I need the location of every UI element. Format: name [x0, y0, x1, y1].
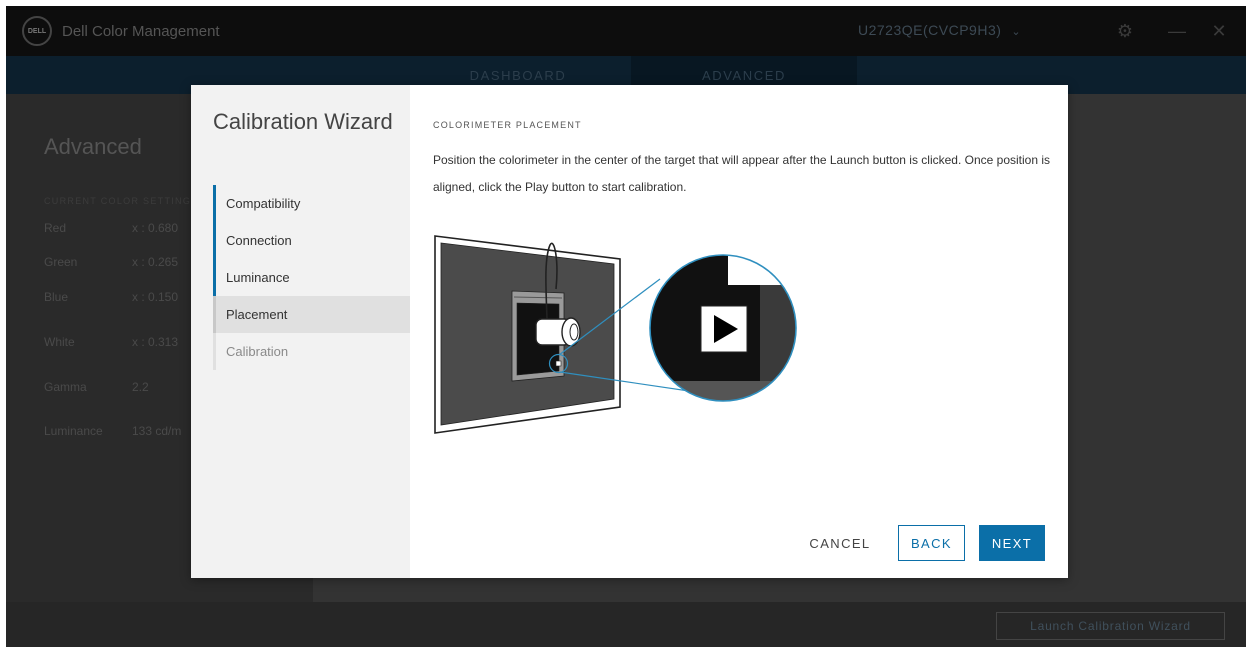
- close-icon[interactable]: ✕: [1206, 18, 1232, 44]
- color-row-blue: Blue x : 0.150: [44, 290, 178, 304]
- chevron-down-icon: ⌄: [1011, 26, 1022, 38]
- next-button[interactable]: NEXT: [979, 525, 1045, 561]
- row-label: Luminance: [44, 424, 103, 438]
- wizard-content: COLORIMETER PLACEMENT Position the color…: [410, 85, 1068, 578]
- row-value: x : 0.680: [132, 221, 179, 235]
- launch-calibration-wizard-button[interactable]: Launch Calibration Wizard: [996, 612, 1225, 640]
- color-row-red: Red x : 0.680: [44, 221, 178, 235]
- monitor-name: U2723QE(CVCP9H3): [858, 22, 1002, 38]
- row-label: Gamma: [44, 380, 87, 394]
- color-settings-heading: CURRENT COLOR SETTINGS: [44, 196, 199, 206]
- row-value: 2.2: [132, 380, 149, 394]
- dell-logo-icon: DELL: [22, 16, 52, 46]
- step-luminance: Luminance: [213, 259, 410, 296]
- row-value: x : 0.265: [132, 255, 179, 269]
- row-value: x : 0.313: [132, 335, 179, 349]
- gamma-row: Gamma 2.2: [44, 380, 149, 394]
- row-label: White: [44, 335, 75, 349]
- color-row-white: White x : 0.313: [44, 335, 178, 349]
- monitor-selector[interactable]: U2723QE(CVCP9H3) ⌄: [858, 22, 1021, 38]
- advanced-heading: Advanced: [44, 134, 142, 159]
- row-value: 133 cd/m: [132, 424, 182, 438]
- back-button[interactable]: BACK: [898, 525, 965, 561]
- luminance-row: Luminance 133 cd/m: [44, 424, 181, 438]
- wizard-title: Calibration Wizard: [213, 109, 393, 134]
- wizard-steps: Compatibility Connection Luminance Place…: [213, 185, 410, 370]
- row-label: Green: [44, 255, 78, 269]
- app-title: Dell Color Management: [62, 22, 220, 40]
- row-label: Blue: [44, 290, 69, 304]
- step-connection: Connection: [213, 222, 410, 259]
- row-label: Red: [44, 221, 67, 235]
- cancel-button[interactable]: CANCEL: [800, 525, 880, 561]
- step-calibration: Calibration: [213, 333, 410, 370]
- minimize-icon[interactable]: —: [1164, 18, 1190, 44]
- calibration-wizard-dialog: Calibration Wizard Compatibility Connect…: [191, 85, 1068, 578]
- step-compatibility: Compatibility: [213, 185, 410, 222]
- title-bar: DELL Dell Color Management U2723QE(CVCP9…: [6, 6, 1246, 56]
- step-placement: Placement: [213, 296, 410, 333]
- colorimeter-placement-illustration: [434, 235, 797, 434]
- row-value: x : 0.150: [132, 290, 179, 304]
- placement-instructions: Position the colorimeter in the center o…: [433, 153, 1051, 194]
- section-label: COLORIMETER PLACEMENT: [433, 120, 582, 130]
- color-row-green: Green x : 0.265: [44, 255, 178, 269]
- settings-gear-icon[interactable]: ⚙: [1112, 18, 1138, 44]
- wizard-sidebar: Calibration Wizard Compatibility Connect…: [191, 85, 410, 578]
